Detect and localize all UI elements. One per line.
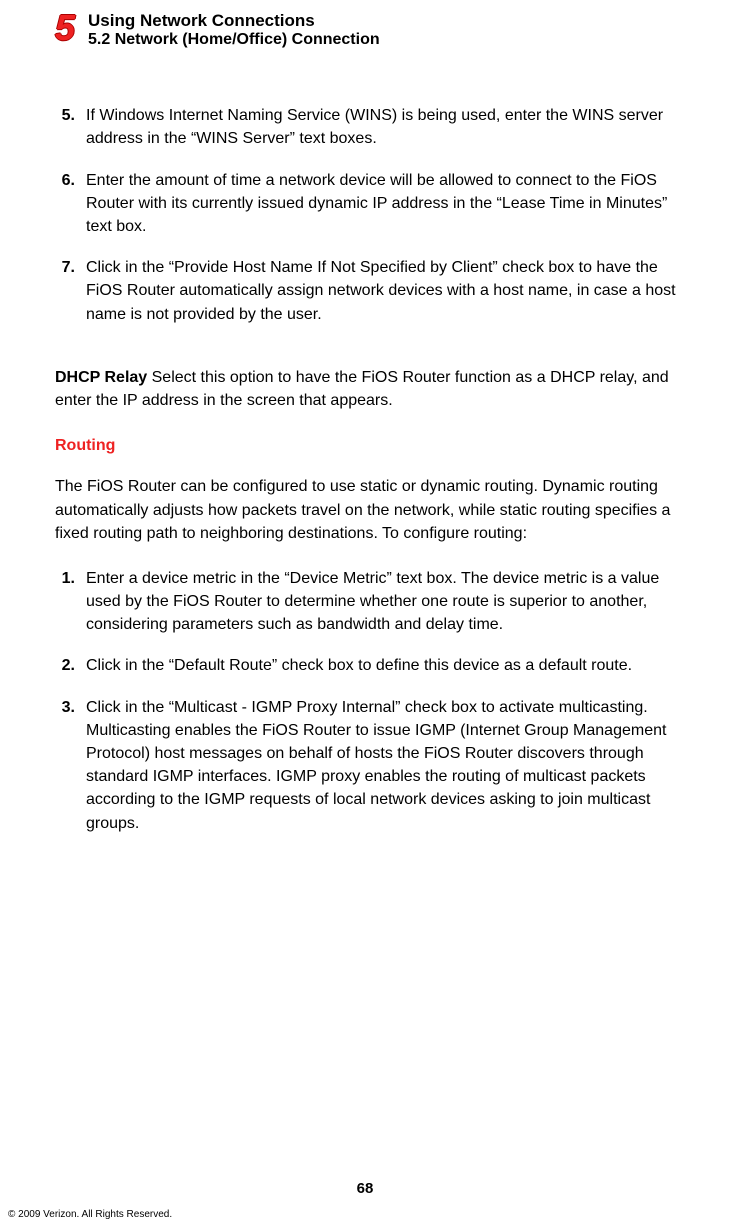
- copyright-notice: © 2009 Verizon. All Rights Reserved.: [8, 1209, 172, 1220]
- list-item: 2. Click in the “Default Route” check bo…: [55, 654, 691, 677]
- list-item: 6. Enter the amount of time a network de…: [55, 169, 691, 239]
- list-number: 5.: [55, 104, 75, 150]
- dhcp-relay-text: Select this option to have the FiOS Rout…: [55, 369, 669, 409]
- routing-heading: Routing: [55, 434, 691, 457]
- chapter-title: Using Network Connections: [88, 10, 380, 31]
- page-header: 5 Using Network Connections 5.2 Network …: [55, 10, 691, 49]
- list-item: 3. Click in the “Multicast - IGMP Proxy …: [55, 696, 691, 835]
- list-text: Click in the “Provide Host Name If Not S…: [86, 256, 691, 326]
- list-item: 5. If Windows Internet Naming Service (W…: [55, 104, 691, 150]
- list-item: 7. Click in the “Provide Host Name If No…: [55, 256, 691, 326]
- section-title: 5.2 Network (Home/Office) Connection: [88, 31, 380, 49]
- page-number: 68: [0, 1180, 730, 1197]
- list-number: 7.: [55, 256, 75, 326]
- list-text: Enter the amount of time a network devic…: [86, 169, 691, 239]
- list-text: If Windows Internet Naming Service (WINS…: [86, 104, 691, 150]
- routing-intro: The FiOS Router can be configured to use…: [55, 475, 691, 545]
- list-text: Click in the “Multicast - IGMP Proxy Int…: [86, 696, 691, 835]
- list-number: 3.: [55, 696, 75, 835]
- list-number: 6.: [55, 169, 75, 239]
- dhcp-relay-label: DHCP Relay: [55, 369, 147, 386]
- dhcp-relay-paragraph: DHCP Relay Select this option to have th…: [55, 366, 691, 412]
- header-titles: Using Network Connections 5.2 Network (H…: [88, 10, 380, 49]
- list-text: Enter a device metric in the “Device Met…: [86, 567, 691, 637]
- list-number: 1.: [55, 567, 75, 637]
- page-content: 5. If Windows Internet Naming Service (W…: [55, 104, 691, 835]
- list-text: Click in the “Default Route” check box t…: [86, 654, 691, 677]
- list-number: 2.: [55, 654, 75, 677]
- list-item: 1. Enter a device metric in the “Device …: [55, 567, 691, 637]
- chapter-number: 5: [55, 10, 75, 46]
- numbered-list-1: 5. If Windows Internet Naming Service (W…: [55, 104, 691, 326]
- numbered-list-2: 1. Enter a device metric in the “Device …: [55, 567, 691, 835]
